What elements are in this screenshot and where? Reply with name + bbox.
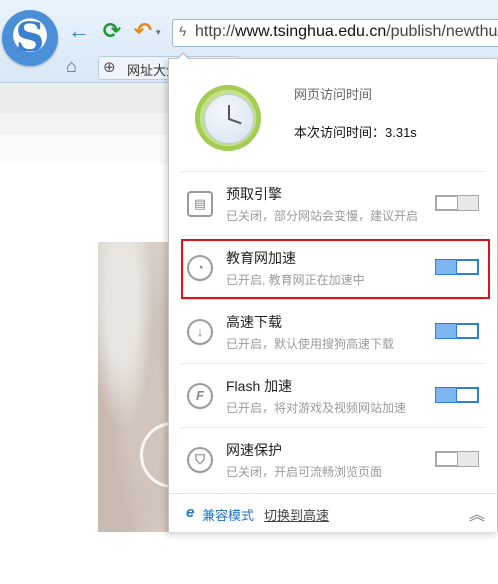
feature-title: 网速保护 [226,442,282,458]
feature-title: 高速下载 [226,314,282,330]
clock-icon [195,85,261,151]
popup-title: 网页访问时间 [294,87,373,102]
prefetch-toggle[interactable] [435,195,479,211]
feature-desc: 已关闭，开启可流畅浏览页面 [226,465,383,479]
globe-icon: ⊕ [103,59,116,76]
flash-icon: F [187,383,213,409]
sogou-logo-icon[interactable]: S [2,10,58,66]
download-icon: ↓ [187,319,213,345]
visit-time: 本次访问时间：3.31s [294,125,417,140]
undo-dropdown-icon[interactable]: ▾ [156,27,161,38]
popup-header: 网页访问时间 本次访问时间：3.31s [169,59,497,171]
clock-hand-minute [228,118,242,125]
switch-to-fast-link[interactable]: 切换到高速 [264,505,329,524]
feature-row-flash: F Flash 加速 已开启，将对游戏及视频网站加速 [169,364,497,428]
address-text[interactable]: http://www.tsinghua.edu.cn/publish/newth… [195,23,498,41]
popup-notch-inner [178,54,188,59]
feature-row-prefetch: ▤ 预取引擎 已关闭，部分网站会变慢，建议开启 [169,172,497,236]
url-domain: www.tsinghua.edu.cn [235,23,387,40]
feature-desc: 已开启，将对游戏及视频网站加速 [226,401,407,415]
feature-row-protect: ⛉ 网速保护 已关闭，开启可流畅浏览页面 [169,428,497,492]
toggle-knob [456,388,478,402]
collapse-icon[interactable]: ︽ [469,501,485,525]
url-path: /publish/newthu/ [386,23,498,40]
prefetch-icon: ▤ [187,191,213,217]
url-scheme: http:// [195,23,236,40]
ie-icon: e [186,504,195,521]
compat-mode-button[interactable]: 兼容模式 [202,505,254,524]
highlight-box [181,239,490,299]
download-toggle[interactable] [435,323,479,339]
toggle-knob [436,452,458,466]
home-icon[interactable]: ⌂ [66,56,86,77]
lightning-icon: ϟ [179,23,187,39]
flash-toggle[interactable] [435,387,479,403]
speed-popup: 网页访问时间 本次访问时间：3.31s ▤ 预取引擎 已关闭，部分网站会变慢，建… [168,58,498,532]
feature-title: 预取引擎 [226,186,282,202]
refresh-icon[interactable]: ⟳ [99,18,125,44]
toggle-knob [436,196,458,210]
undo-icon[interactable]: ↶ [130,18,156,44]
shield-icon: ⛉ [187,447,213,473]
page-photo [98,242,206,532]
feature-row-download: ↓ 高速下载 已开启，默认使用搜狗高速下载 [169,300,497,364]
address-bar[interactable]: ϟ http://www.tsinghua.edu.cn/publish/new… [172,19,498,47]
logo-letter: S [15,14,45,61]
feature-desc: 已关闭，部分网站会变慢，建议开启 [226,209,419,223]
protect-toggle[interactable] [435,451,479,467]
feature-title: Flash 加速 [226,378,293,394]
popup-footer: e 兼容模式 切换到高速 ︽ [169,493,497,532]
clock-face [204,94,254,144]
back-arrow-icon[interactable]: ← [66,18,92,44]
feature-desc: 已开启，默认使用搜狗高速下载 [226,337,395,351]
toggle-knob [456,324,478,338]
